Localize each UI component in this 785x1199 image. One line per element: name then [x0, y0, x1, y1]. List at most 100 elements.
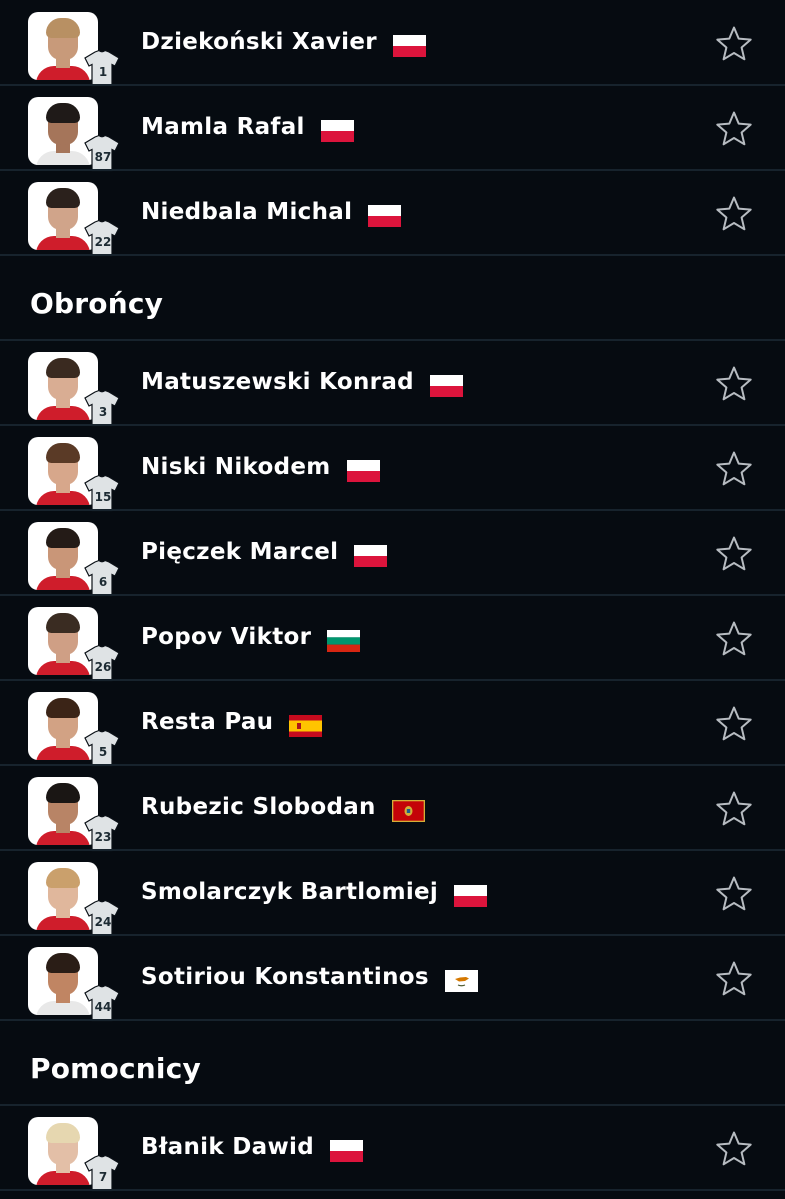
- player-row-mamla-rafal[interactable]: 87 Mamla Rafal: [0, 85, 785, 172]
- poland-flag-icon: [430, 375, 463, 397]
- player-row-sotiriou-konstantinos[interactable]: 44 Sotiriou Konstantinos: [0, 935, 785, 1022]
- cyprus-flag-icon: [445, 970, 478, 992]
- player-name[interactable]: Mamla Rafal: [141, 114, 305, 140]
- favorite-star-icon[interactable]: [714, 789, 754, 829]
- player-shirt: [36, 576, 90, 590]
- player-shirt: [36, 236, 90, 250]
- poland-flag-icon: [330, 1140, 363, 1162]
- player-row-niski-nikodem[interactable]: 15 Niski Nikodem: [0, 425, 785, 512]
- player-hair: [46, 783, 80, 803]
- jersey-number: 5: [98, 745, 108, 759]
- player-row-rubezic-slobodan[interactable]: 23 Rubezic Slobodan: [0, 765, 785, 852]
- jersey-number-badge: 44: [83, 984, 121, 1022]
- player-hair: [46, 953, 80, 973]
- player-row-resta-pau[interactable]: 5 Resta Pau: [0, 680, 785, 767]
- player-row-blanik-dawid[interactable]: 7 Błanik Dawid: [0, 1105, 785, 1192]
- favorite-star-icon[interactable]: [714, 109, 754, 149]
- poland-flag-icon: [347, 460, 380, 482]
- player-shirt: [36, 151, 90, 165]
- player-hair: [46, 103, 80, 123]
- jersey-number: 26: [94, 660, 112, 674]
- player-shirt: [36, 66, 90, 80]
- favorite-star-icon[interactable]: [714, 874, 754, 914]
- jersey-number-badge: 15: [83, 474, 121, 512]
- player-hair: [46, 1123, 80, 1143]
- jersey-number-badge: 24: [83, 899, 121, 937]
- jersey-number: 24: [94, 915, 112, 929]
- jersey-number-badge: 23: [83, 814, 121, 852]
- row-divider: [0, 1189, 785, 1191]
- player-name[interactable]: Resta Pau: [141, 709, 273, 735]
- player-name[interactable]: Sotiriou Konstantinos: [141, 964, 429, 990]
- poland-flag-icon: [393, 35, 426, 57]
- player-row-popov-viktor[interactable]: 26 Popov Viktor: [0, 595, 785, 682]
- section-title: Obrońcy: [30, 287, 164, 320]
- favorite-star-icon[interactable]: [714, 24, 754, 64]
- favorite-star-icon[interactable]: [714, 449, 754, 489]
- player-shirt: [36, 746, 90, 760]
- player-shirt: [36, 1171, 90, 1185]
- favorite-star-icon[interactable]: [714, 619, 754, 659]
- jersey-number: 6: [98, 575, 108, 589]
- player-hair: [46, 698, 80, 718]
- player-name[interactable]: Niski Nikodem: [141, 454, 331, 480]
- jersey-number-badge: 3: [83, 389, 121, 427]
- player-hair: [46, 443, 80, 463]
- player-row-pieczek-marcel[interactable]: 6 Pięczek Marcel: [0, 510, 785, 597]
- favorite-star-icon[interactable]: [714, 364, 754, 404]
- jersey-number: 23: [94, 830, 112, 844]
- player-shirt: [36, 491, 90, 505]
- favorite-star-icon[interactable]: [714, 704, 754, 744]
- player-row-dziekonski-xavier[interactable]: 1 Dziekoński Xavier: [0, 0, 785, 87]
- jersey-number: 3: [98, 405, 108, 419]
- jersey-number-badge: 22: [83, 219, 121, 257]
- player-name[interactable]: Niedbala Michal: [141, 199, 352, 225]
- poland-flag-icon: [354, 545, 387, 567]
- jersey-number-badge: 87: [83, 134, 121, 172]
- jersey-number-badge: 26: [83, 644, 121, 682]
- player-hair: [46, 358, 80, 378]
- jersey-number: 1: [98, 65, 108, 79]
- player-shirt: [36, 406, 90, 420]
- player-shirt: [36, 831, 90, 845]
- jersey-number: 22: [94, 235, 112, 249]
- montenegro-flag-icon: [392, 800, 425, 822]
- player-hair: [46, 868, 80, 888]
- player-name[interactable]: Dziekoński Xavier: [141, 29, 377, 55]
- player-name[interactable]: Pięczek Marcel: [141, 539, 338, 565]
- player-hair: [46, 188, 80, 208]
- player-shirt: [36, 661, 90, 675]
- player-hair: [46, 613, 80, 633]
- jersey-number-badge: 6: [83, 559, 121, 597]
- poland-flag-icon: [321, 120, 354, 142]
- jersey-number-badge: 1: [83, 49, 121, 87]
- player-row-smolarczyk-bartlomiej[interactable]: 24 Smolarczyk Bartlomiej: [0, 850, 785, 937]
- player-name[interactable]: Smolarczyk Bartlomiej: [141, 879, 438, 905]
- favorite-star-icon[interactable]: [714, 534, 754, 574]
- spain-flag-icon: [289, 715, 322, 737]
- jersey-number-badge: 7: [83, 1154, 121, 1192]
- bulgaria-flag-icon: [327, 630, 360, 652]
- jersey-number: 87: [94, 150, 112, 164]
- player-name[interactable]: Błanik Dawid: [141, 1134, 314, 1160]
- jersey-number: 44: [94, 1000, 112, 1014]
- player-row-niedbala-michal[interactable]: 22 Niedbala Michal: [0, 170, 785, 257]
- poland-flag-icon: [368, 205, 401, 227]
- section-title: Pomocnicy: [30, 1052, 201, 1085]
- favorite-star-icon[interactable]: [714, 959, 754, 999]
- favorite-star-icon[interactable]: [714, 194, 754, 234]
- player-hair: [46, 18, 80, 38]
- jersey-number: 7: [98, 1170, 108, 1184]
- player-name[interactable]: Rubezic Slobodan: [141, 794, 376, 820]
- section-header: Obrońcy: [0, 255, 785, 340]
- player-hair: [46, 528, 80, 548]
- section-header: Pomocnicy: [0, 1020, 785, 1105]
- poland-flag-icon: [454, 885, 487, 907]
- jersey-number: 15: [94, 490, 112, 504]
- player-shirt: [36, 916, 90, 930]
- player-name[interactable]: Matuszewski Konrad: [141, 369, 414, 395]
- favorite-star-icon[interactable]: [714, 1129, 754, 1169]
- player-shirt: [36, 1001, 90, 1015]
- player-name[interactable]: Popov Viktor: [141, 624, 311, 650]
- player-row-matuszewski-konrad[interactable]: 3 Matuszewski Konrad: [0, 340, 785, 427]
